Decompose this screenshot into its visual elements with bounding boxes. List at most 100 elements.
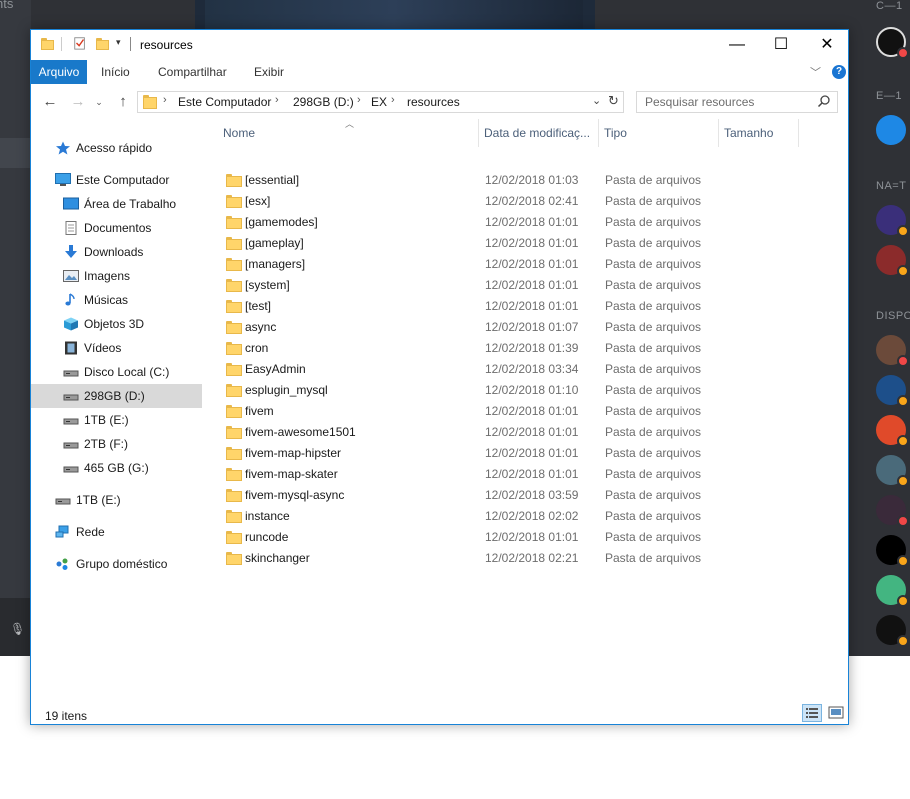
file-row[interactable]: async 12/02/2018 01:07 Pasta de arquivos bbox=[216, 317, 836, 338]
sidebar-item-musicas[interactable]: Músicas bbox=[31, 288, 202, 312]
file-row[interactable]: fivem-mysql-async 12/02/2018 03:59 Pasta d… bbox=[216, 485, 836, 506]
back-button[interactable]: ← bbox=[40, 92, 60, 112]
folder-icon bbox=[226, 300, 242, 313]
breadcrumb-resources[interactable]: resources bbox=[407, 95, 460, 109]
column-header-name[interactable]: Nome bbox=[223, 119, 255, 147]
file-row[interactable]: [essential] 12/02/2018 01:03 Pasta de arqu… bbox=[216, 170, 836, 191]
file-row[interactable]: [system] 12/02/2018 01:01 Pasta de arquivo… bbox=[216, 275, 836, 296]
file-date: 12/02/2018 01:01 bbox=[485, 236, 579, 250]
file-date: 12/02/2018 01:01 bbox=[485, 215, 579, 229]
column-header-size[interactable]: Tamanho bbox=[724, 119, 773, 147]
file-row[interactable]: fivem-awesome1501 12/02/2018 01:01 Pasta d… bbox=[216, 422, 836, 443]
tab-arquivo[interactable]: Arquivo bbox=[31, 60, 87, 84]
sidebar-item-area-de-trabalho[interactable]: Área de Trabalho bbox=[31, 192, 202, 216]
file-name: fivem-awesome1501 bbox=[245, 425, 356, 439]
background-left-panel: nts 🎙 bbox=[0, 0, 31, 656]
file-type: Pasta de arquivos bbox=[605, 194, 702, 208]
large-icons-view-icon[interactable] bbox=[826, 704, 846, 722]
breadcrumb-separator-icon[interactable]: › bbox=[163, 94, 167, 106]
properties-icon[interactable] bbox=[73, 36, 87, 50]
address-bar[interactable]: › Este Computador › 298GB (D:) › EX › re… bbox=[137, 91, 624, 113]
address-dropdown-chevron-icon[interactable]: ⌄ bbox=[592, 94, 601, 107]
folder-icon bbox=[226, 384, 242, 397]
minimize-button[interactable]: — bbox=[714, 30, 760, 60]
breadcrumb-separator-icon[interactable]: › bbox=[391, 94, 395, 106]
sidebar-item-1tb-e[interactable]: 1TB (E:) bbox=[31, 408, 202, 432]
breadcrumb-separator-icon[interactable]: › bbox=[357, 94, 361, 106]
file-name: fivem-map-skater bbox=[245, 467, 338, 481]
help-icon[interactable]: ? bbox=[832, 65, 846, 79]
file-date: 12/02/2018 01:10 bbox=[485, 383, 579, 397]
search-input[interactable] bbox=[637, 92, 815, 112]
breadcrumb-separator-icon[interactable]: › bbox=[275, 94, 279, 106]
file-row[interactable]: [gamemodes] 12/02/2018 01:01 Pasta de arqu… bbox=[216, 212, 836, 233]
file-row[interactable]: [gameplay] 12/02/2018 01:01 Pasta de arqui… bbox=[216, 233, 836, 254]
file-row[interactable]: skinchanger 12/02/2018 02:21 Pasta de arqu… bbox=[216, 548, 836, 569]
new-folder-icon[interactable] bbox=[96, 38, 109, 50]
file-row[interactable]: [test] 12/02/2018 01:01 Pasta de arquivos bbox=[216, 296, 836, 317]
file-row[interactable]: runcode 12/02/2018 01:01 Pasta de arquivos bbox=[216, 527, 836, 548]
member-group-label: NA=T bbox=[876, 180, 907, 192]
file-date: 12/02/2018 01:01 bbox=[485, 278, 579, 292]
sidebar-item-grupo-domestico[interactable]: Grupo doméstico bbox=[31, 552, 202, 576]
sidebar-item-2tb-f[interactable]: 2TB (F:) bbox=[31, 432, 202, 456]
customize-toolbar-chevron-icon[interactable]: ▾ bbox=[116, 37, 121, 48]
file-row[interactable]: instance 12/02/2018 02:02 Pasta de arquivo… bbox=[216, 506, 836, 527]
file-row[interactable]: [managers] 12/02/2018 01:01 Pasta de arqui… bbox=[216, 254, 836, 275]
file-row[interactable]: [esx] 12/02/2018 02:41 Pasta de arquivos bbox=[216, 191, 836, 212]
member-avatar[interactable] bbox=[876, 115, 906, 145]
sidebar-item-videos[interactable]: Vídeos bbox=[31, 336, 202, 360]
search-box[interactable] bbox=[636, 91, 838, 113]
refresh-icon[interactable]: ↻ bbox=[608, 93, 619, 109]
folder-icon bbox=[226, 321, 242, 334]
file-row[interactable]: fivem-map-skater 12/02/2018 01:01 Pasta de… bbox=[216, 464, 836, 485]
documents-icon bbox=[65, 221, 77, 235]
sidebar-item-objetos-3d[interactable]: Objetos 3D bbox=[31, 312, 202, 336]
sidebar-item-documentos[interactable]: Documentos bbox=[31, 216, 202, 240]
file-row[interactable]: fivem 12/02/2018 01:01 Pasta de arquivos bbox=[216, 401, 836, 422]
sidebar-item-disco-local-c[interactable]: Disco Local (C:) bbox=[31, 360, 202, 384]
sidebar-item-465gb-g[interactable]: 465 GB (G:) bbox=[31, 456, 202, 480]
tab-inicio[interactable]: Início bbox=[101, 60, 130, 84]
file-date: 12/02/2018 01:39 bbox=[485, 341, 579, 355]
sidebar-item-1tb-e-2[interactable]: 1TB (E:) bbox=[31, 488, 202, 512]
column-header-type[interactable]: Tipo bbox=[604, 119, 627, 147]
file-row[interactable]: fivem-map-hipster 12/02/2018 01:01 Pasta d… bbox=[216, 443, 836, 464]
file-type: Pasta de arquivos bbox=[605, 530, 702, 544]
file-date: 12/02/2018 01:01 bbox=[485, 530, 579, 544]
sidebar-item-imagens[interactable]: Imagens bbox=[31, 264, 202, 288]
background-member-list: C—1 E—1 NA=T DISPO bbox=[850, 0, 910, 656]
forward-button[interactable]: → bbox=[68, 92, 88, 112]
sidebar-item-298gb-d[interactable]: 298GB (D:) bbox=[31, 384, 202, 408]
file-name: async bbox=[245, 320, 277, 334]
download-icon bbox=[65, 245, 77, 258]
search-icon[interactable] bbox=[817, 94, 831, 108]
maximize-button[interactable]: ☐ bbox=[758, 30, 804, 60]
breadcrumb-este-computador[interactable]: Este Computador bbox=[178, 95, 271, 109]
sidebar-item-downloads[interactable]: Downloads bbox=[31, 240, 202, 264]
sidebar-item-acesso-rapido[interactable]: Acesso rápido bbox=[31, 136, 202, 160]
file-type: Pasta de arquivos bbox=[605, 341, 702, 355]
file-name: EasyAdmin bbox=[245, 362, 306, 376]
folder-icon bbox=[226, 237, 242, 250]
up-button[interactable]: ↑ bbox=[113, 92, 133, 112]
column-header-date[interactable]: Data de modificaç... bbox=[484, 119, 590, 147]
file-row[interactable]: EasyAdmin 12/02/2018 03:34 Pasta de arquiv… bbox=[216, 359, 836, 380]
file-name: cron bbox=[245, 341, 269, 355]
sidebar-item-este-computador[interactable]: Este Computador bbox=[31, 168, 202, 192]
file-row[interactable]: cron 12/02/2018 01:39 Pasta de arquivos bbox=[216, 338, 836, 359]
tab-compartilhar[interactable]: Compartilhar bbox=[158, 60, 227, 84]
sidebar-item-rede[interactable]: Rede bbox=[31, 520, 202, 544]
file-row[interactable]: esplugin_mysql 12/02/2018 01:10 Pasta de a… bbox=[216, 380, 836, 401]
title-bar: ▾ resources — ☐ ✕ bbox=[31, 30, 848, 60]
folder-icon bbox=[226, 489, 242, 502]
recent-locations-chevron-icon[interactable]: ⌄ bbox=[89, 92, 109, 112]
details-view-icon[interactable] bbox=[802, 704, 822, 722]
microphone-icon: 🎙 bbox=[10, 622, 26, 636]
folder-icon bbox=[41, 38, 54, 50]
close-button[interactable]: ✕ bbox=[804, 30, 850, 60]
breadcrumb-ex[interactable]: EX bbox=[371, 95, 387, 109]
breadcrumb-298gb-d[interactable]: 298GB (D:) bbox=[293, 95, 354, 109]
expand-ribbon-chevron-icon[interactable]: ﹀ bbox=[810, 64, 821, 80]
tab-exibir[interactable]: Exibir bbox=[254, 60, 284, 84]
